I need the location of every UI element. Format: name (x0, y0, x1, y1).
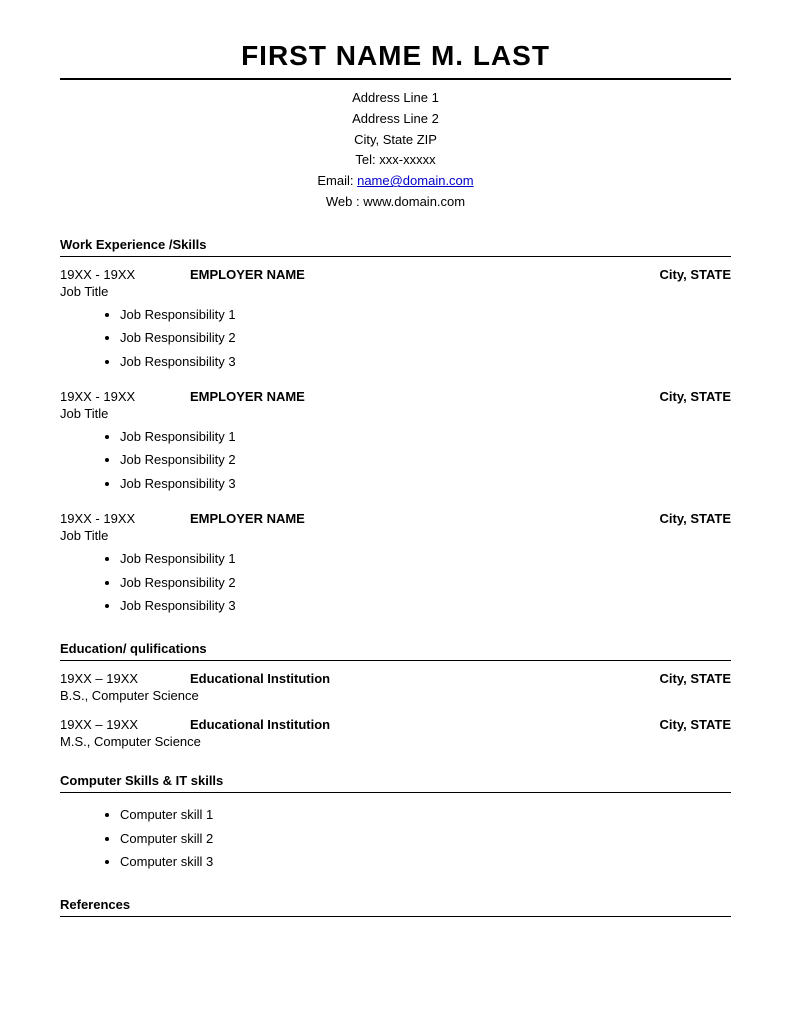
work-experience-title: Work Experience /Skills (60, 237, 731, 252)
list-item: Computer skill 2 (120, 827, 731, 850)
edu-entry-2: 19XX – 19XX Educational Institution City… (60, 717, 731, 749)
employer-name-3: EMPLOYER NAME (170, 511, 660, 526)
references-divider (60, 916, 731, 917)
city-state-zip: City, State ZIP (60, 130, 731, 151)
edu-entry-1: 19XX – 19XX Educational Institution City… (60, 671, 731, 703)
job-entry-1: 19XX - 19XX EMPLOYER NAME City, STATE Jo… (60, 267, 731, 373)
computer-skills-divider (60, 792, 731, 793)
institution-name-1: Educational Institution (170, 671, 660, 686)
list-item: Job Responsibility 1 (120, 547, 731, 570)
list-item: Job Responsibility 3 (120, 350, 731, 373)
education-divider (60, 660, 731, 661)
tel: Tel: xxx-xxxxx (60, 150, 731, 171)
job-dates-1: 19XX - 19XX (60, 267, 170, 282)
responsibilities-list-1: Job Responsibility 1 Job Responsibility … (60, 303, 731, 373)
resume-header: FIRST NAME M. LAST Address Line 1 Addres… (60, 40, 731, 213)
job-location-3: City, STATE (660, 511, 732, 526)
employer-name-1: EMPLOYER NAME (170, 267, 660, 282)
address-line2: Address Line 2 (60, 109, 731, 130)
employer-name-2: EMPLOYER NAME (170, 389, 660, 404)
job-title-3: Job Title (60, 528, 731, 543)
address-line1: Address Line 1 (60, 88, 731, 109)
email-label: Email: (317, 173, 357, 188)
edu-header-2: 19XX – 19XX Educational Institution City… (60, 717, 731, 732)
edu-location-1: City, STATE (660, 671, 732, 686)
resume-name: FIRST NAME M. LAST (60, 40, 731, 72)
edu-dates-2: 19XX – 19XX (60, 717, 170, 732)
list-item: Job Responsibility 1 (120, 303, 731, 326)
job-location-1: City, STATE (660, 267, 732, 282)
education-title: Education/ qulifications (60, 641, 731, 656)
responsibilities-list-3: Job Responsibility 1 Job Responsibility … (60, 547, 731, 617)
edu-location-2: City, STATE (660, 717, 732, 732)
job-dates-3: 19XX - 19XX (60, 511, 170, 526)
header-divider (60, 78, 731, 80)
degree-1: B.S., Computer Science (60, 688, 731, 703)
job-header-2: 19XX - 19XX EMPLOYER NAME City, STATE (60, 389, 731, 404)
list-item: Job Responsibility 3 (120, 594, 731, 617)
job-title-1: Job Title (60, 284, 731, 299)
work-experience-divider (60, 256, 731, 257)
job-entry-3: 19XX - 19XX EMPLOYER NAME City, STATE Jo… (60, 511, 731, 617)
computer-skills-section: Computer Skills & IT skills Computer ski… (60, 773, 731, 873)
work-experience-section: Work Experience /Skills 19XX - 19XX EMPL… (60, 237, 731, 618)
job-header-1: 19XX - 19XX EMPLOYER NAME City, STATE (60, 267, 731, 282)
web: Web : www.domain.com (60, 192, 731, 213)
email-line: Email: name@domain.com (60, 171, 731, 192)
edu-dates-1: 19XX – 19XX (60, 671, 170, 686)
list-item: Job Responsibility 1 (120, 425, 731, 448)
edu-header-1: 19XX – 19XX Educational Institution City… (60, 671, 731, 686)
references-section: References (60, 897, 731, 917)
list-item: Computer skill 1 (120, 803, 731, 826)
list-item: Job Responsibility 2 (120, 448, 731, 471)
job-location-2: City, STATE (660, 389, 732, 404)
computer-skills-title: Computer Skills & IT skills (60, 773, 731, 788)
skills-list: Computer skill 1 Computer skill 2 Comput… (60, 803, 731, 873)
contact-info: Address Line 1 Address Line 2 City, Stat… (60, 88, 731, 213)
responsibilities-list-2: Job Responsibility 1 Job Responsibility … (60, 425, 731, 495)
job-dates-2: 19XX - 19XX (60, 389, 170, 404)
list-item: Job Responsibility 2 (120, 326, 731, 349)
job-header-3: 19XX - 19XX EMPLOYER NAME City, STATE (60, 511, 731, 526)
list-item: Computer skill 3 (120, 850, 731, 873)
education-section: Education/ qulifications 19XX – 19XX Edu… (60, 641, 731, 749)
job-title-2: Job Title (60, 406, 731, 421)
references-title: References (60, 897, 731, 912)
degree-2: M.S., Computer Science (60, 734, 731, 749)
list-item: Job Responsibility 2 (120, 571, 731, 594)
job-entry-2: 19XX - 19XX EMPLOYER NAME City, STATE Jo… (60, 389, 731, 495)
institution-name-2: Educational Institution (170, 717, 660, 732)
email-link[interactable]: name@domain.com (357, 173, 474, 188)
list-item: Job Responsibility 3 (120, 472, 731, 495)
